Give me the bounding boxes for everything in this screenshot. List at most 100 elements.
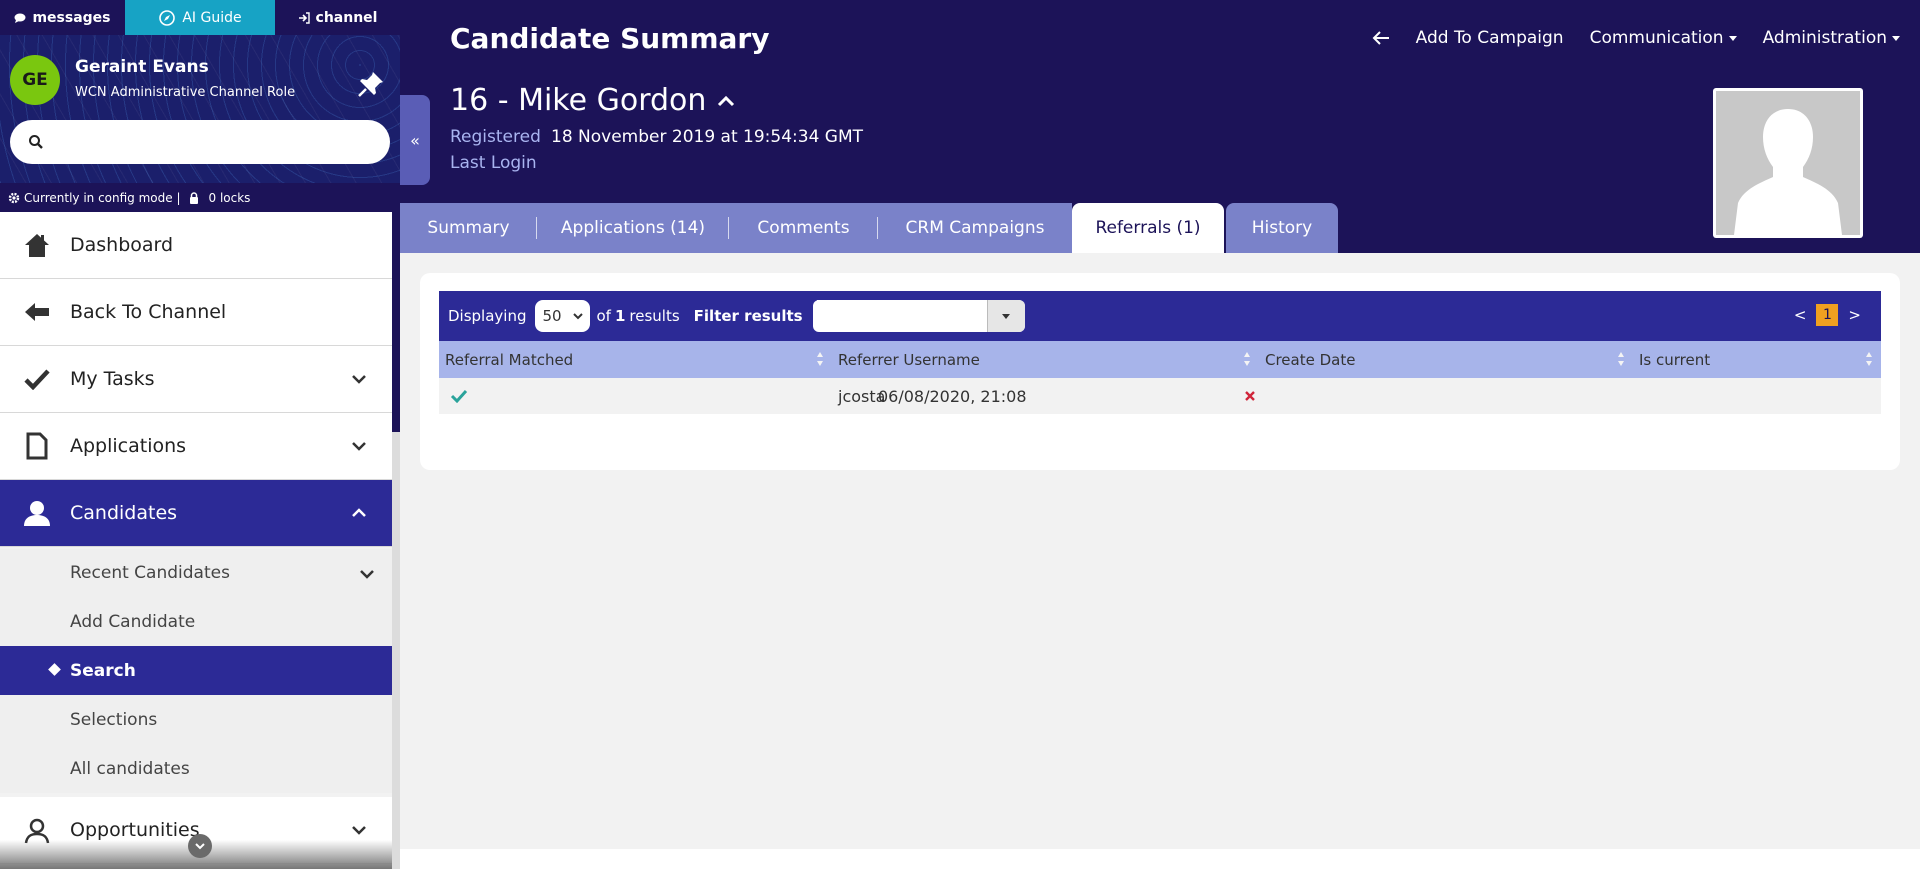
tab-applications[interactable]: Applications (14) (537, 203, 729, 253)
chevron-down-icon (195, 843, 205, 850)
administration-label: Administration (1762, 28, 1887, 48)
sign-in-icon (298, 11, 310, 24)
document-icon (26, 432, 48, 460)
pager-next-button[interactable]: > (1848, 306, 1861, 324)
chevron-down-icon[interactable] (350, 370, 368, 388)
tab-referrals-label: Referrals (1) (1095, 218, 1201, 238)
compass-icon (159, 9, 176, 26)
sub-item-search[interactable]: Search (0, 646, 392, 695)
column-header-label: Referrer Username (838, 350, 980, 369)
nav-item-back-to-channel[interactable]: Back To Channel (0, 279, 392, 346)
sort-icon[interactable] (816, 351, 824, 367)
chevron-down-icon[interactable] (358, 565, 376, 583)
filter-results-combo[interactable] (812, 300, 1025, 332)
user-name: Geraint Evans (75, 57, 209, 77)
search-icon (29, 135, 43, 149)
results-count: 1 (614, 307, 626, 325)
cell-create-date: 06/08/2020, 21:08 (866, 378, 1240, 414)
messages-button[interactable]: messages (0, 0, 125, 35)
page-title: Candidate Summary (450, 22, 770, 55)
tab-history[interactable]: History (1226, 203, 1338, 253)
pager-current-page[interactable]: 1 (1816, 304, 1839, 326)
table-row[interactable]: jcosta 06/08/2020, 21:08 (439, 378, 1881, 414)
filter-results-label: Filter results (693, 307, 803, 325)
results-suffix: results (629, 307, 680, 325)
arrow-left-icon (25, 303, 49, 321)
tab-referrals[interactable]: Referrals (1) (1072, 203, 1224, 253)
column-header-referrer-username[interactable]: Referrer Username (832, 341, 1259, 378)
administration-dropdown[interactable]: Administration (1763, 28, 1900, 48)
back-arrow-icon[interactable] (1372, 31, 1390, 45)
sort-icon[interactable] (1617, 351, 1625, 367)
profile-photo[interactable] (1713, 88, 1863, 238)
add-to-campaign-link[interactable]: Add To Campaign (1416, 28, 1564, 48)
scroll-down-button[interactable] (188, 834, 212, 858)
tab-summary-label: Summary (427, 218, 510, 238)
nav-item-dashboard[interactable]: Dashboard (0, 212, 392, 279)
column-header-create-date[interactable]: Create Date (1259, 341, 1633, 378)
pin-icon[interactable] (356, 69, 386, 99)
tab-summary[interactable]: Summary (400, 203, 537, 253)
column-header-is-current[interactable]: Is current (1633, 341, 1881, 378)
collapse-sidebar-button[interactable]: « (400, 95, 430, 185)
chevron-up-icon[interactable] (350, 504, 368, 522)
nav-item-my-tasks[interactable]: My Tasks (0, 346, 392, 413)
ai-guide-button[interactable]: AI Guide (125, 0, 275, 35)
sub-item-recent-candidates[interactable]: Recent Candidates (0, 549, 392, 597)
registered-label: Registered (450, 127, 541, 147)
checkmark-icon (24, 369, 50, 390)
sort-icon[interactable] (1243, 351, 1251, 367)
messages-label: messages (32, 9, 111, 26)
communication-dropdown[interactable]: Communication (1590, 28, 1737, 48)
caret-down-icon (1892, 35, 1900, 41)
pager-prev-button[interactable]: < (1794, 306, 1807, 324)
nav-scrollbar-thumb[interactable] (392, 212, 400, 432)
sidebar-search[interactable] (10, 120, 390, 164)
sub-item-add-candidate[interactable]: Add Candidate (0, 597, 392, 646)
sort-icon[interactable] (1865, 351, 1873, 367)
tab-comments[interactable]: Comments (729, 203, 878, 253)
column-header-label: Referral Matched (445, 350, 574, 369)
cell-referrer-username: jcosta (439, 378, 885, 414)
sub-item-selections[interactable]: Selections (0, 695, 392, 744)
grid-header-row: Referral Matched Referrer Username Creat… (439, 341, 1881, 378)
registered-value: 18 November 2019 at 19:54:34 GMT (551, 127, 864, 147)
channel-label: channel (315, 9, 378, 26)
nav-item-applications[interactable]: Applications (0, 413, 392, 480)
chat-bubble-icon (14, 13, 26, 23)
home-icon (25, 234, 49, 257)
sidebar: messages AI Guide channel GE Geraint Eva… (0, 0, 400, 869)
nav-item-candidates[interactable]: Candidates (0, 480, 392, 547)
communication-label: Communication (1589, 28, 1724, 48)
user-role: WCN Administrative Channel Role (75, 85, 296, 100)
channel-button[interactable]: channel (275, 0, 400, 35)
chevron-down-icon[interactable] (350, 821, 368, 839)
sidebar-search-input[interactable] (54, 134, 374, 150)
user-profile-area: GE Geraint Evans WCN Administrative Chan… (0, 35, 400, 183)
active-bullet-icon (48, 663, 61, 676)
candidate-name-heading[interactable]: 16 - Mike Gordon (450, 83, 736, 118)
results-prefix: of (596, 307, 611, 325)
chevron-up-icon[interactable] (716, 94, 736, 108)
sidebar-top-bar: messages AI Guide channel (0, 0, 400, 35)
lock-icon (189, 191, 198, 204)
avatar[interactable]: GE (10, 55, 60, 105)
main-navigation: Dashboard Back To Channel My Tasks Appli… (0, 212, 392, 864)
content-footer-strip (400, 849, 1920, 869)
chevron-down-icon[interactable] (350, 437, 368, 455)
cross-icon (1245, 391, 1255, 401)
sub-label-recent-candidates: Recent Candidates (70, 563, 230, 583)
page-size-select[interactable]: 50 (534, 300, 590, 332)
chevron-down-icon (572, 313, 583, 320)
sub-item-all-candidates[interactable]: All candidates (0, 744, 392, 793)
tab-crm-campaigns[interactable]: CRM Campaigns (878, 203, 1072, 253)
nav-label-opportunities: Opportunities (70, 819, 200, 841)
nav-label-my-tasks: My Tasks (70, 368, 155, 390)
nav-label-applications: Applications (70, 435, 187, 457)
cell-is-current (1240, 378, 1488, 414)
filter-results-input[interactable] (816, 300, 987, 330)
user-silhouette-icon (1716, 91, 1860, 235)
column-header-referral-matched[interactable]: Referral Matched (439, 341, 832, 378)
filter-dropdown-button[interactable] (986, 300, 1025, 332)
tab-crm-campaigns-label: CRM Campaigns (905, 218, 1045, 238)
